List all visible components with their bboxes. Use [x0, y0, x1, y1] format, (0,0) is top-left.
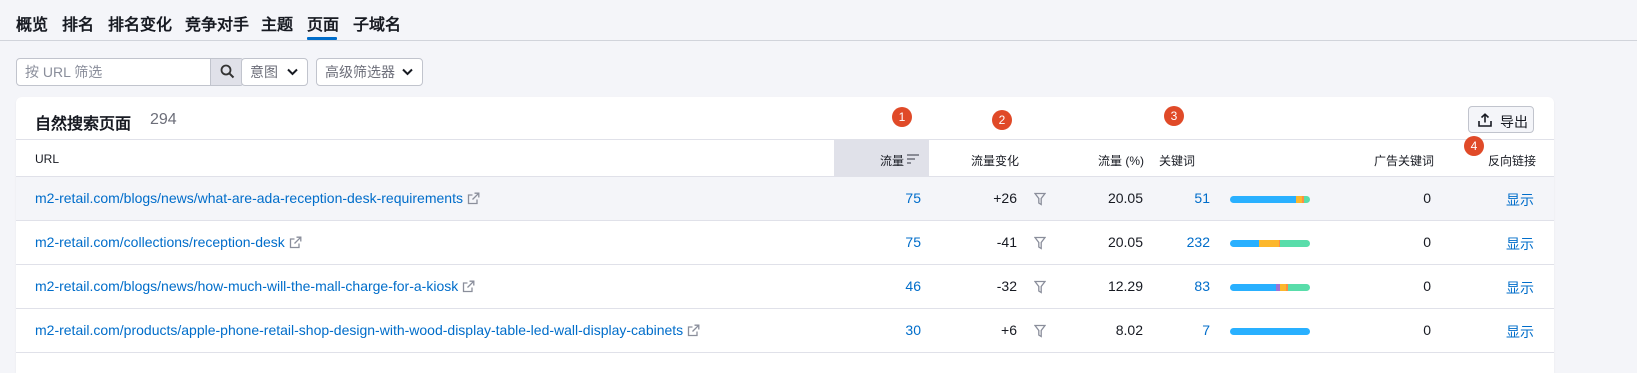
page-url-link[interactable]: m2-retail.com/blogs/news/how-much-will-t…: [35, 278, 475, 294]
ad-keywords-value: 0: [1423, 278, 1431, 294]
table-row: m2-retail.com/blogs/news/how-much-will-t…: [16, 265, 1554, 309]
export-label: 导出: [1500, 114, 1528, 130]
ad-keywords-value: 0: [1423, 190, 1431, 206]
filter-icon[interactable]: [1034, 280, 1046, 294]
active-tab-indicator: [307, 37, 337, 40]
sort-icon[interactable]: [907, 154, 919, 164]
keywords-value[interactable]: 232: [1187, 234, 1210, 250]
filter-icon[interactable]: [1034, 192, 1046, 206]
external-link-icon[interactable]: [289, 236, 302, 249]
traffic-value[interactable]: 75: [905, 190, 921, 206]
page-url-text: m2-retail.com/products/apple-phone-retai…: [35, 322, 684, 338]
ad-keywords-value: 0: [1423, 322, 1431, 338]
tab-subdomains[interactable]: 子域名: [353, 11, 401, 35]
traffic-change-value: -41: [996, 234, 1017, 250]
keyword-intent-bar[interactable]: [1230, 196, 1310, 203]
column-header-ad-keywords[interactable]: 广告关键词: [1374, 152, 1434, 169]
annotation-marker-1: 1: [892, 107, 912, 127]
organic-pages-card: 自然搜索页面 294 导出 1 2 3 4 URL 流量 流量变化 流量 (%)…: [16, 97, 1554, 373]
keywords-value[interactable]: 7: [1202, 322, 1210, 338]
annotation-marker-3: 3: [1164, 106, 1184, 126]
top-nav: 概览 排名 排名变化 竞争对手 主题 页面 子域名: [0, 0, 1637, 41]
intent-dropdown[interactable]: 意图: [241, 58, 308, 86]
page-count: 294: [150, 111, 177, 128]
chevron-down-icon: [402, 68, 413, 76]
keyword-intent-bar[interactable]: [1230, 284, 1310, 291]
intent-bar-segment: [1280, 240, 1310, 247]
page-url-link[interactable]: m2-retail.com/blogs/news/what-are-ada-re…: [35, 190, 480, 206]
tab-competitors[interactable]: 竞争对手: [185, 11, 249, 35]
intent-bar-segment: [1258, 240, 1279, 247]
intent-bar-segment: [1230, 328, 1310, 335]
tab-topics[interactable]: 主题: [261, 11, 293, 35]
intent-bar-segment: [1230, 240, 1259, 247]
page-url-link[interactable]: m2-retail.com/products/apple-phone-retai…: [35, 322, 700, 338]
table-row: m2-retail.com/products/apple-phone-retai…: [16, 309, 1554, 353]
filter-icon[interactable]: [1034, 236, 1046, 250]
column-header-traffic-pct[interactable]: 流量 (%): [1098, 152, 1144, 169]
column-header-keywords[interactable]: 关键词: [1159, 152, 1195, 169]
page-url-text: m2-retail.com/collections/reception-desk: [35, 234, 285, 250]
export-icon: [1478, 113, 1492, 127]
table-title: 自然搜索页面: [35, 116, 132, 133]
column-header-traffic-change[interactable]: 流量变化: [971, 152, 1019, 169]
keywords-value[interactable]: 83: [1194, 278, 1210, 294]
traffic-value[interactable]: 30: [905, 322, 921, 338]
chevron-down-icon: [287, 68, 298, 76]
search-icon: [220, 64, 235, 79]
search-button[interactable]: [210, 59, 243, 85]
traffic-change-value: +26: [993, 190, 1017, 206]
table-row: m2-retail.com/blogs/news/what-are-ada-re…: [16, 177, 1554, 221]
export-button[interactable]: 导出: [1468, 106, 1534, 133]
traffic-value[interactable]: 46: [905, 278, 921, 294]
filter-icon[interactable]: [1034, 324, 1046, 338]
keyword-intent-bar[interactable]: [1230, 328, 1310, 335]
annotation-marker-4: 4: [1464, 136, 1484, 156]
traffic-pct-value: 20.05: [1107, 234, 1143, 250]
page-url-text: m2-retail.com/blogs/news/what-are-ada-re…: [35, 190, 463, 206]
column-header-traffic[interactable]: 流量: [880, 152, 904, 169]
advanced-filters-label: 高级筛选器: [325, 64, 395, 80]
url-filter: [16, 58, 244, 86]
url-filter-input[interactable]: [17, 59, 211, 85]
external-link-icon[interactable]: [467, 192, 480, 205]
column-header-url[interactable]: URL: [35, 152, 59, 166]
advanced-filters-dropdown[interactable]: 高级筛选器: [316, 58, 423, 86]
traffic-value[interactable]: 75: [905, 234, 921, 250]
ad-keywords-value: 0: [1423, 234, 1431, 250]
keywords-value[interactable]: 51: [1194, 190, 1210, 206]
traffic-change-value: +6: [1001, 322, 1017, 338]
traffic-pct-value: 20.05: [1107, 190, 1143, 206]
tab-pages[interactable]: 页面: [307, 11, 339, 35]
annotation-marker-2: 2: [992, 110, 1012, 130]
traffic-pct-value: 8.02: [1115, 322, 1143, 338]
external-link-icon[interactable]: [687, 324, 700, 337]
tab-ranking-changes[interactable]: 排名变化: [108, 11, 172, 35]
tab-rankings[interactable]: 排名: [62, 11, 94, 35]
backlinks-show-link[interactable]: 显示: [1506, 278, 1534, 298]
traffic-pct-value: 12.29: [1107, 278, 1143, 294]
intent-dropdown-label: 意图: [250, 64, 278, 80]
table-row: m2-retail.com/collections/reception-desk…: [16, 221, 1554, 265]
tab-overview[interactable]: 概览: [16, 11, 48, 35]
backlinks-show-link[interactable]: 显示: [1506, 190, 1534, 210]
backlinks-show-link[interactable]: 显示: [1506, 234, 1534, 254]
intent-bar-segment: [1230, 196, 1296, 203]
traffic-change-value: -32: [996, 278, 1017, 294]
page-url-text: m2-retail.com/blogs/news/how-much-will-t…: [35, 278, 459, 294]
column-header-backlinks[interactable]: 反向链接: [1488, 152, 1536, 169]
backlinks-show-link[interactable]: 显示: [1506, 322, 1534, 342]
intent-bar-segment: [1287, 284, 1310, 291]
table-header: URL 流量 流量变化 流量 (%) 关键词 广告关键词 反向链接: [16, 139, 1554, 177]
intent-bar-segment: [1230, 284, 1277, 291]
external-link-icon[interactable]: [462, 280, 475, 293]
intent-bar-segment: [1304, 196, 1310, 203]
page-url-link[interactable]: m2-retail.com/collections/reception-desk: [35, 234, 302, 250]
keyword-intent-bar[interactable]: [1230, 240, 1310, 247]
